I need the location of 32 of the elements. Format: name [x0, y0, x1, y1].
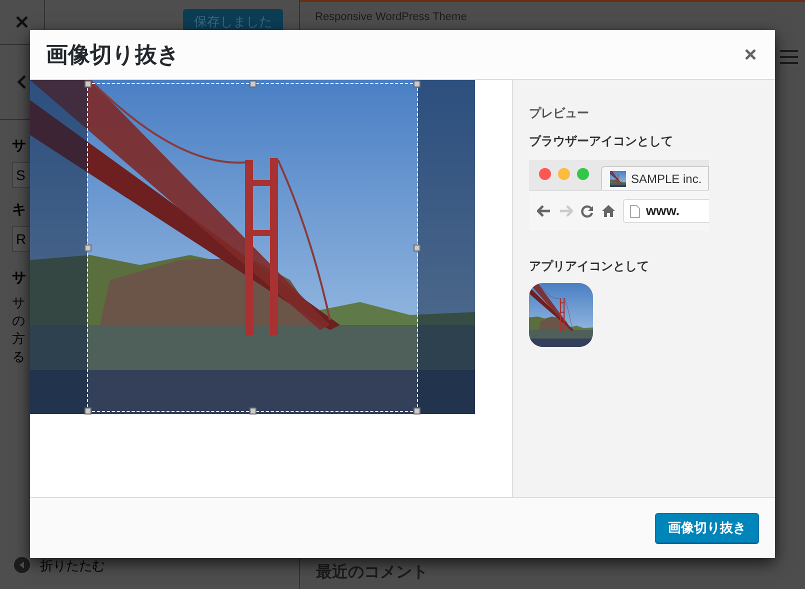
preview-heading: プレビュー: [529, 105, 590, 122]
description-text: 方: [12, 330, 26, 348]
crop-handle[interactable]: [414, 80, 420, 88]
crop-handle[interactable]: [84, 408, 92, 414]
crop-handle[interactable]: [414, 408, 420, 414]
input-field[interactable]: S: [12, 162, 30, 188]
crop-handle[interactable]: [84, 80, 92, 88]
description-text: る: [12, 348, 26, 366]
menu-icon[interactable]: [780, 50, 798, 64]
input-field[interactable]: R: [12, 226, 30, 252]
app-icon-label: アプリアイコンとして: [529, 258, 650, 275]
reload-icon[interactable]: [581, 204, 594, 218]
collapse-icon[interactable]: [14, 557, 30, 574]
close-icon[interactable]: [16, 16, 28, 28]
description-text: の: [12, 312, 26, 330]
field-label: サ: [12, 136, 27, 154]
browser-icon-label: ブラウザーアイコンとして: [529, 133, 674, 150]
dialog-title: 画像切り抜き: [46, 41, 180, 69]
section-title: サ: [12, 268, 27, 286]
app-icon-drawing: [529, 283, 593, 347]
page-icon: [630, 204, 640, 218]
back-arrow-icon[interactable]: [537, 205, 551, 217]
address-field[interactable]: www.: [623, 199, 709, 223]
field-label: キ: [12, 200, 27, 218]
crop-image-button[interactable]: 画像切り抜き: [655, 513, 759, 543]
home-icon[interactable]: [602, 205, 615, 217]
collapse-link[interactable]: 折りたたむ: [40, 556, 105, 575]
favicon-drawing: [610, 170, 626, 186]
close-icon[interactable]: [745, 49, 756, 60]
description-text: サ: [12, 294, 26, 312]
browser-tab[interactable]: SAMPLE inc.: [601, 166, 709, 190]
crop-selection[interactable]: [87, 83, 418, 412]
